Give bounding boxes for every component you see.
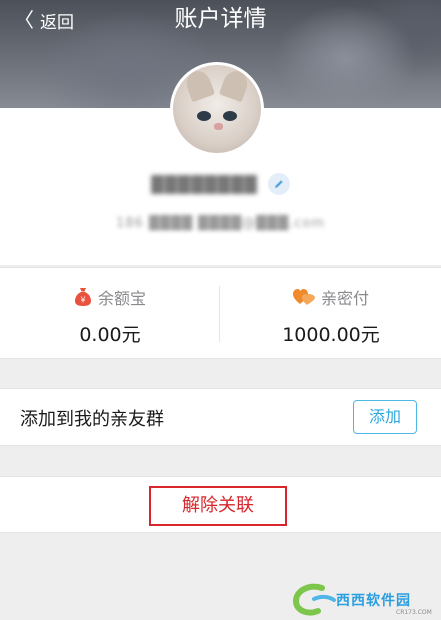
watermark-logo: 西西软件园 CR173.COM bbox=[292, 582, 438, 618]
avatar-nose bbox=[214, 123, 223, 130]
hearts-icon bbox=[292, 289, 315, 305]
avatar[interactable] bbox=[170, 62, 264, 156]
unlink-row: 解除关联 bbox=[0, 476, 441, 533]
add-button[interactable]: 添加 bbox=[353, 400, 417, 434]
yuebao-label: 余额宝 bbox=[97, 289, 146, 308]
qinmifu-item[interactable]: 亲密付 1000.00元 bbox=[221, 268, 441, 360]
watermark-text: 西西软件园 bbox=[336, 593, 411, 609]
yuebao-item[interactable]: ¥ 余额宝 0.00元 bbox=[0, 268, 220, 360]
wallet-section: ¥ 余额宝 0.00元 亲密付 1000.00元 bbox=[0, 267, 441, 359]
svg-text:¥: ¥ bbox=[80, 296, 85, 305]
qinmifu-label: 亲密付 bbox=[320, 289, 369, 308]
avatar-ear bbox=[182, 67, 216, 103]
qinmifu-value: 1000.00元 bbox=[282, 324, 380, 346]
friend-group-row: 添加到我的亲友群 添加 bbox=[0, 388, 441, 446]
divider bbox=[219, 286, 220, 342]
watermark-sub: CR173.COM bbox=[396, 609, 432, 616]
logo-icon bbox=[292, 583, 336, 616]
page-title: 账户详情 bbox=[174, 6, 267, 32]
user-name: ████████ bbox=[151, 174, 258, 194]
avatar-eye bbox=[197, 111, 211, 121]
unlink-button[interactable]: 解除关联 bbox=[149, 486, 287, 526]
avatar-ear bbox=[218, 67, 252, 103]
edit-icon[interactable] bbox=[267, 173, 290, 195]
yuebao-value: 0.00元 bbox=[79, 324, 141, 346]
avatar-eye bbox=[223, 111, 237, 121]
friend-group-label: 添加到我的亲友群 bbox=[20, 409, 164, 430]
account-id: 186 ████ ████@███.com bbox=[116, 216, 325, 231]
moneybag-icon: ¥ bbox=[74, 288, 91, 306]
